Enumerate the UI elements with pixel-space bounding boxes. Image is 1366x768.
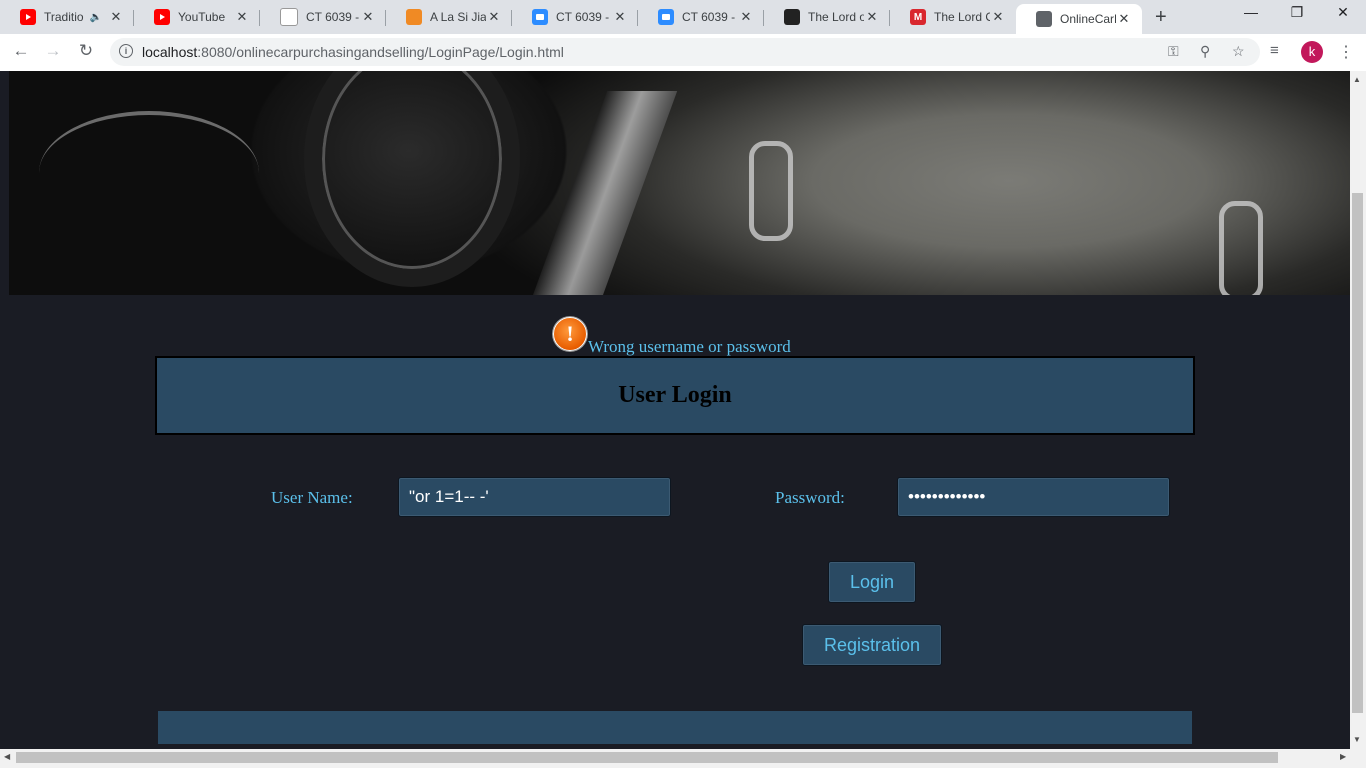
horizontal-scrollbar[interactable]: ◀ ▶ (0, 749, 1366, 768)
tab-ct6039-3[interactable]: CT 6039 - D ✕ (638, 4, 764, 30)
tab-close-icon[interactable]: ✕ (234, 9, 250, 25)
car-interior-banner-image (9, 71, 1350, 295)
close-window-button[interactable]: ✕ (1320, 4, 1366, 21)
bookmark-star-icon[interactable]: ☆ (1232, 43, 1245, 60)
restore-button[interactable]: ❐ (1274, 4, 1320, 21)
tab-close-icon[interactable]: ✕ (612, 9, 628, 25)
tab-title: A La Si Jia H (430, 10, 486, 24)
scroll-right-arrow-icon[interactable]: ▶ (1340, 752, 1346, 761)
browser-toolbar: ← → ↻ i localhost:8080/onlinecarpurchasi… (0, 34, 1366, 72)
back-arrow-icon[interactable]: ← (9, 41, 33, 61)
tab-title: CT 6039 - D (682, 10, 738, 24)
password-label: Password: (775, 488, 845, 507)
tab-close-icon[interactable]: ✕ (864, 9, 880, 25)
tab-close-icon[interactable]: ✕ (738, 9, 754, 25)
reload-icon[interactable]: ↻ (74, 41, 98, 61)
tab-title: The Lord Of (934, 10, 990, 24)
zoom-icon (658, 9, 674, 25)
mega-icon: M (910, 9, 926, 25)
password-input[interactable]: ••••••••••••• (897, 477, 1170, 517)
login-button[interactable]: Login (828, 561, 916, 603)
tab-title: CT 6039 - D (556, 10, 612, 24)
orange-app-icon (406, 9, 422, 25)
media-control-icon[interactable]: ≡ (1270, 42, 1279, 59)
globe-icon (1036, 11, 1052, 27)
tab-title: Traditio (44, 10, 84, 24)
footer-bar (158, 711, 1192, 744)
movie-icon (784, 9, 800, 25)
zoom-magnifier-icon[interactable]: ⚲ (1200, 43, 1210, 60)
username-label: User Name: (271, 488, 353, 507)
page-title: User Login (618, 382, 732, 408)
menu-kebab-icon[interactable]: ⋮ (1338, 42, 1354, 62)
page-content: ! Wrong username or password User Login … (0, 71, 1350, 749)
tab-youtube[interactable]: YouTube ✕ (134, 4, 260, 30)
minimize-button[interactable]: — (1228, 4, 1274, 20)
tab-close-icon[interactable]: ✕ (990, 9, 1006, 25)
youtube-icon (154, 9, 170, 25)
new-tab-button[interactable]: + (1155, 6, 1167, 29)
vertical-scroll-thumb[interactable] (1352, 193, 1363, 713)
scroll-up-arrow-icon[interactable]: ▲ (1353, 75, 1361, 84)
tab-title: The Lord of (808, 10, 864, 24)
vertical-scrollbar[interactable]: ▲ ▼ (1350, 71, 1366, 749)
site-info-icon[interactable]: i (119, 44, 133, 58)
zoom-icon (532, 9, 548, 25)
tab-traditio[interactable]: Traditio 🔈 ✕ (0, 4, 134, 30)
tab-ct6039-1[interactable]: CT 6039 - D ✕ (260, 4, 386, 30)
scroll-down-arrow-icon[interactable]: ▼ (1353, 735, 1361, 744)
tab-title: OnlineCarPu (1060, 12, 1116, 26)
tab-ct6039-2[interactable]: CT 6039 - D ✕ (512, 4, 638, 30)
forward-arrow-icon[interactable]: → (41, 41, 65, 61)
profile-avatar[interactable]: k (1301, 41, 1323, 63)
browser-tab-strip: Traditio 🔈 ✕ YouTube ✕ CT 6039 - D ✕ A L… (0, 0, 1366, 34)
tab-title: YouTube (178, 10, 226, 24)
youtube-icon (20, 9, 36, 25)
tab-close-icon[interactable]: ✕ (108, 9, 124, 25)
login-header-panel: User Login (155, 356, 1195, 435)
tab-close-icon[interactable]: ✕ (360, 9, 376, 25)
tab-close-icon[interactable]: ✕ (1116, 11, 1132, 27)
warning-icon: ! (553, 317, 587, 351)
tab-a-la-si-jia[interactable]: A La Si Jia H ✕ (386, 4, 512, 30)
address-bar[interactable]: i localhost:8080/onlinecarpurchasingands… (110, 38, 1260, 66)
scroll-left-arrow-icon[interactable]: ◀ (4, 752, 10, 761)
tab-lord-of-1[interactable]: The Lord of ✕ (764, 4, 890, 30)
key-icon[interactable]: ⚿ (1168, 43, 1179, 60)
tab-onlinecar-active[interactable]: OnlineCarPu ✕ (1016, 4, 1142, 34)
error-message-text: Wrong username or password (588, 337, 791, 356)
tab-close-icon[interactable]: ✕ (486, 9, 502, 25)
error-message: ! Wrong username or password (553, 317, 791, 356)
audio-playing-icon[interactable]: 🔈 (90, 12, 102, 23)
registration-button[interactable]: Registration (802, 624, 942, 666)
tab-title: CT 6039 - D (306, 10, 360, 24)
horizontal-scroll-thumb[interactable] (16, 752, 1278, 763)
url-text[interactable]: localhost:8080/onlinecarpurchasingandsel… (142, 44, 564, 60)
username-input[interactable]: "or 1=1-- -' (398, 477, 671, 517)
tab-lord-of-2[interactable]: M The Lord Of ✕ (890, 4, 1016, 30)
person-icon (280, 8, 298, 26)
